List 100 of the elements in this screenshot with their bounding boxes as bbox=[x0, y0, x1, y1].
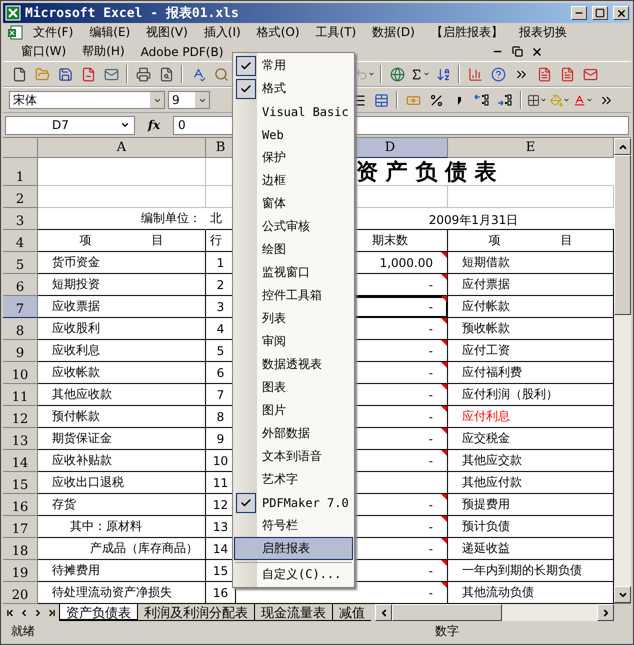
table-cell: 10 bbox=[212, 454, 228, 468]
sheet-tab[interactable]: 资产负债表 bbox=[59, 604, 137, 621]
row-header[interactable]: 20 bbox=[3, 582, 38, 604]
row-header[interactable]: 11 bbox=[3, 384, 38, 406]
row-header[interactable]: 14 bbox=[3, 450, 38, 472]
menu-item[interactable]: 工具(T) bbox=[308, 24, 364, 41]
menu-item[interactable]: 编辑(E) bbox=[81, 24, 138, 41]
row-header[interactable]: 12 bbox=[3, 406, 38, 428]
menu-item[interactable]: 帮助(H) bbox=[74, 43, 133, 60]
vertical-scrollbar[interactable] bbox=[614, 138, 631, 603]
menu-item[interactable]: 视图(V) bbox=[138, 24, 196, 41]
table-cell: - bbox=[428, 498, 433, 512]
value-cell[interactable]: - bbox=[333, 296, 448, 318]
table-cell: - bbox=[428, 432, 433, 446]
table-cell: 5 bbox=[216, 344, 224, 358]
name-box[interactable]: D7 bbox=[5, 116, 135, 134]
table-cell-text: 其中：原材料 bbox=[69, 518, 142, 535]
row-header[interactable]: 9 bbox=[3, 340, 38, 362]
menu-item[interactable]: 窗口(W) bbox=[13, 43, 74, 60]
table-cell-text: 其他应收款 bbox=[51, 386, 112, 403]
column-header[interactable]: E bbox=[448, 138, 614, 158]
row-header[interactable]: 7 bbox=[3, 296, 38, 318]
menu-item[interactable]: 文件(F) bbox=[25, 24, 82, 41]
table-cell: 3 bbox=[216, 300, 224, 314]
table-cell: 4 bbox=[216, 322, 224, 336]
table-cell: 1,000.00 bbox=[380, 256, 433, 270]
table-cell-text: 应交税金 bbox=[461, 430, 510, 447]
comment-marker-icon bbox=[441, 428, 447, 434]
row-header[interactable]: 18 bbox=[3, 538, 38, 560]
column-header[interactable]: A bbox=[38, 138, 206, 158]
sort-icon bbox=[436, 66, 450, 82]
minimize-button[interactable] bbox=[571, 6, 587, 20]
menu-item[interactable]: 格式(O) bbox=[248, 24, 308, 41]
menu-option[interactable]: 启胜报表 bbox=[234, 537, 353, 560]
table-cell: 2009年1月31日 bbox=[428, 212, 518, 229]
table-cell-text: 存货 bbox=[51, 496, 76, 513]
select-all-button[interactable] bbox=[3, 138, 38, 158]
window-title: Microsoft Excel - 报表01.xls bbox=[25, 5, 240, 22]
row-header[interactable]: 1 bbox=[3, 158, 38, 186]
scroll-right-button[interactable] bbox=[597, 604, 614, 621]
table-cell: 1 bbox=[216, 256, 224, 270]
comment-marker-icon bbox=[441, 340, 447, 346]
sheet-tab[interactable]: 现金流量表 bbox=[254, 604, 332, 621]
row-header[interactable]: 13 bbox=[3, 428, 38, 450]
menu-option[interactable]: 窗体 bbox=[234, 192, 353, 215]
row-header[interactable]: 3 bbox=[3, 208, 38, 230]
row-header[interactable]: 4 bbox=[3, 230, 38, 252]
menu-item[interactable]: 报表切换 bbox=[510, 24, 575, 41]
scroll-up-button[interactable] bbox=[614, 138, 631, 155]
row-header[interactable]: 19 bbox=[3, 560, 38, 582]
undo-icon bbox=[355, 66, 368, 82]
maximize-button[interactable] bbox=[592, 6, 608, 20]
table-cell: 7 bbox=[216, 388, 224, 402]
font-size-field[interactable]: 9 bbox=[168, 91, 210, 109]
row-header[interactable]: 15 bbox=[3, 472, 38, 494]
table-cell: 12 bbox=[212, 498, 228, 512]
menu-item[interactable]: 插入(I) bbox=[196, 24, 249, 41]
table-cell: 8 bbox=[216, 410, 224, 424]
sum-icon bbox=[410, 66, 424, 82]
caret-icon bbox=[368, 70, 375, 78]
save-icon bbox=[58, 66, 72, 82]
horizontal-scrollbar[interactable] bbox=[375, 604, 614, 621]
table-cell: - bbox=[428, 300, 433, 314]
row-header[interactable]: 5 bbox=[3, 252, 38, 274]
sheet-title: 资 产 负 债 表 bbox=[355, 158, 497, 186]
menu-item[interactable]: Adobe PDF(B) bbox=[132, 44, 232, 58]
table-cell: - bbox=[428, 388, 433, 402]
font-field[interactable]: 宋体 bbox=[9, 91, 165, 109]
comment-marker-icon bbox=[441, 362, 447, 368]
close-button[interactable] bbox=[613, 6, 629, 20]
table-cell-text: 其他应付款 bbox=[461, 474, 522, 491]
table-cell-text: 应付帐款 bbox=[461, 298, 510, 315]
menu-item[interactable]: 【启胜报表】 bbox=[422, 24, 511, 41]
scroll-down-button[interactable] bbox=[614, 586, 631, 603]
comment-marker-icon bbox=[441, 318, 447, 324]
table-cell: 2 bbox=[216, 278, 224, 292]
help-icon bbox=[490, 66, 506, 82]
menu-option[interactable]: 边框 bbox=[234, 169, 353, 192]
row-header[interactable]: 16 bbox=[3, 494, 38, 516]
insert-function-button[interactable]: fx bbox=[139, 118, 169, 132]
restore-icon bbox=[512, 46, 523, 57]
sheet-tab[interactable]: 利润及利润分配表 bbox=[137, 604, 254, 621]
menu-option[interactable]: 格式 bbox=[234, 77, 353, 100]
table-cell-text: 递延收益 bbox=[461, 540, 510, 557]
row-header[interactable]: 6 bbox=[3, 274, 38, 296]
table-cell: 编制单位： bbox=[141, 210, 201, 227]
row-header[interactable]: 8 bbox=[3, 318, 38, 340]
mail-icon bbox=[104, 66, 118, 82]
menu-option[interactable]: 公式审核 bbox=[234, 215, 353, 238]
sheet-tab[interactable]: 减值 bbox=[332, 604, 371, 621]
scroll-left-button[interactable] bbox=[375, 604, 392, 621]
spreadsheet-document-icon[interactable] bbox=[7, 24, 25, 40]
menu-item[interactable]: 数据(D) bbox=[364, 24, 423, 41]
table-cell: 16 bbox=[212, 586, 228, 600]
row-header[interactable]: 17 bbox=[3, 516, 38, 538]
row-header[interactable]: 2 bbox=[3, 186, 38, 208]
row-header[interactable]: 10 bbox=[3, 362, 38, 384]
scroll-thumb[interactable] bbox=[614, 155, 631, 315]
menu-option[interactable]: 常用 bbox=[234, 54, 353, 77]
scroll-thumb[interactable] bbox=[392, 604, 502, 621]
